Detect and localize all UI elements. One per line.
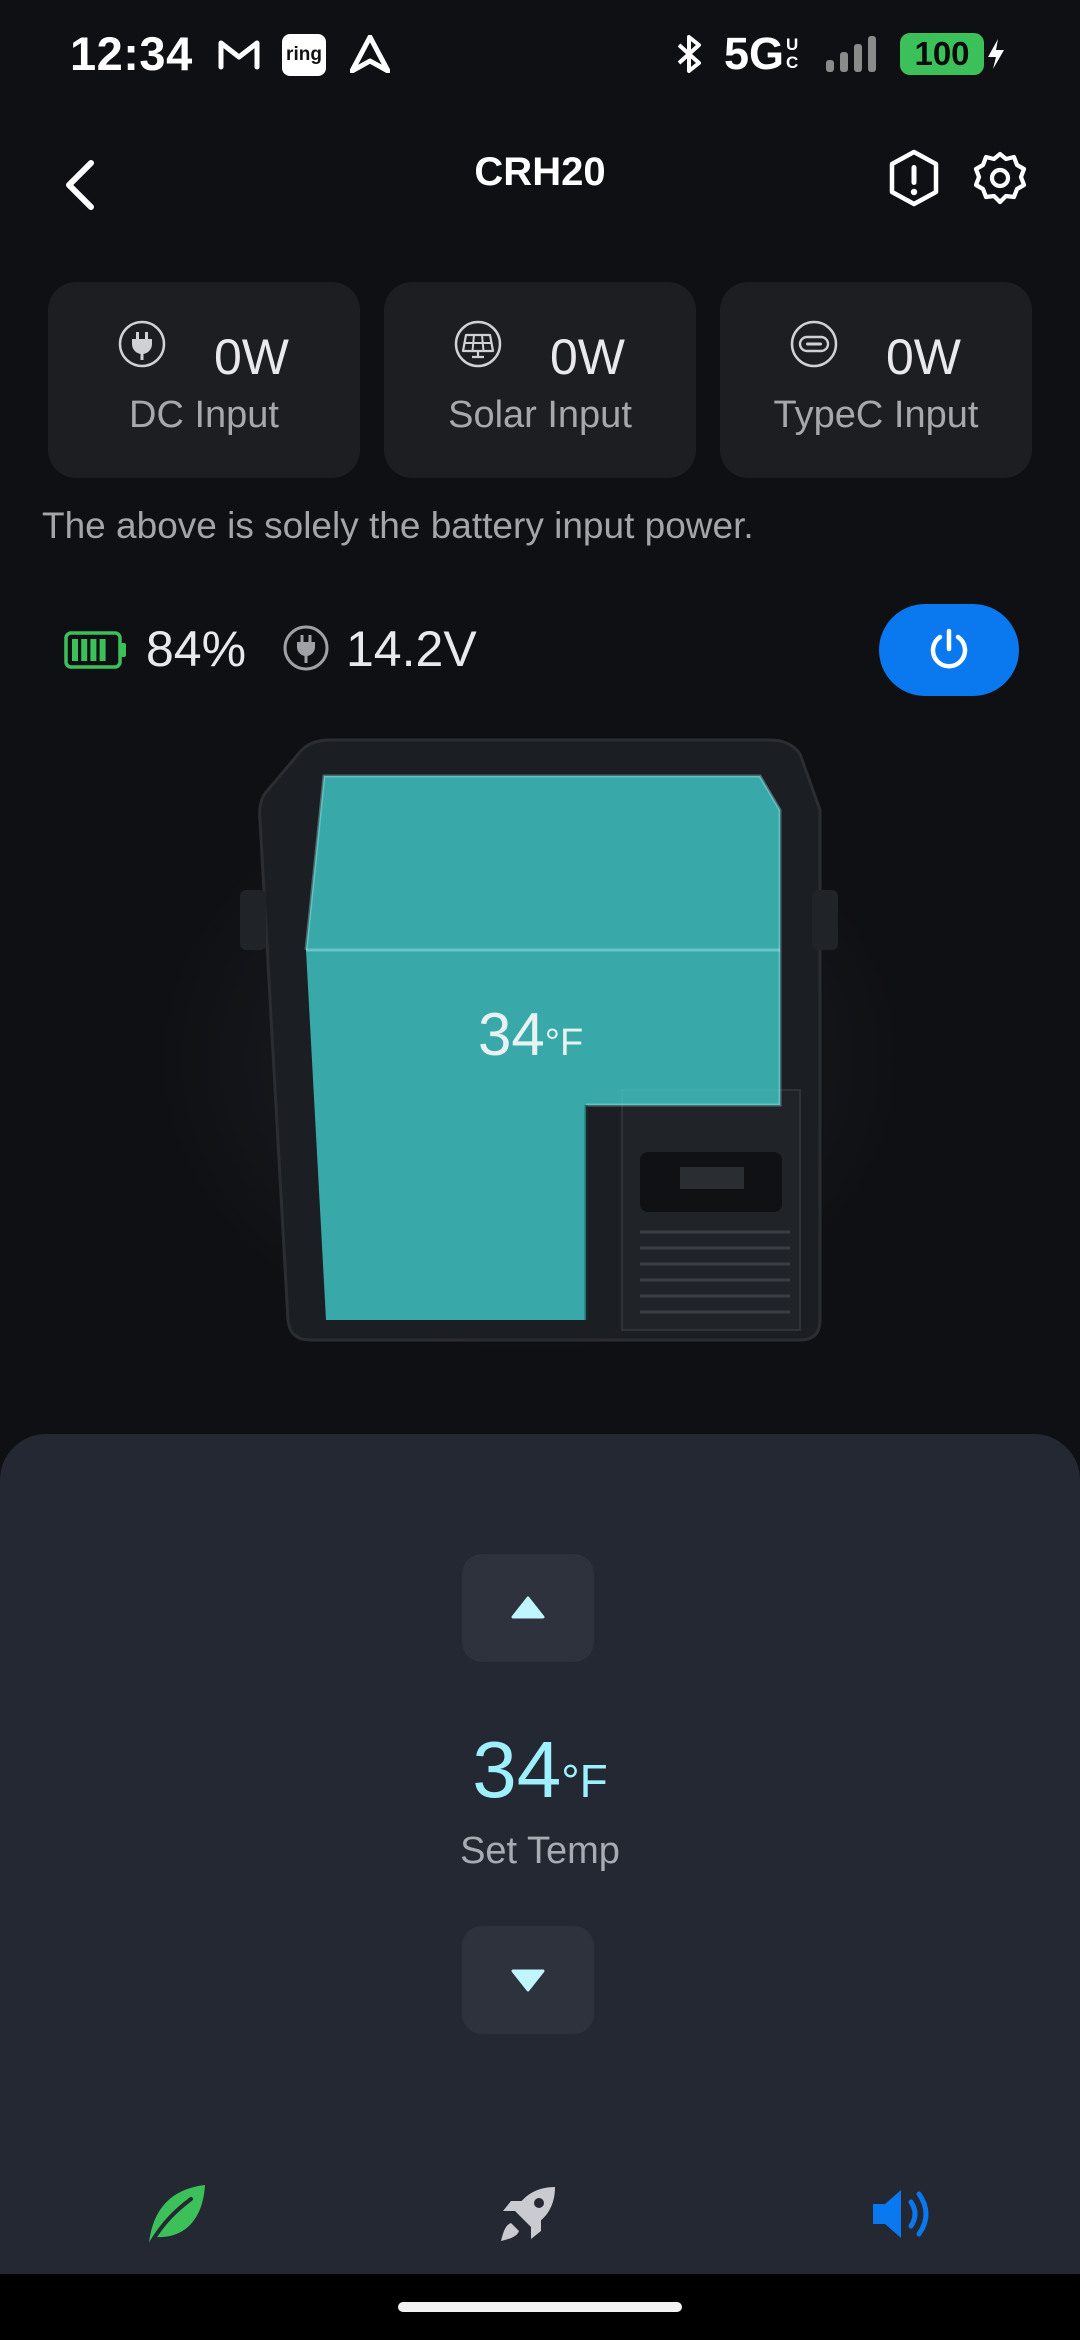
ring-label: ring xyxy=(286,44,322,65)
settings-button[interactable] xyxy=(964,142,1036,214)
sound-button[interactable] xyxy=(854,2164,954,2264)
dc-input-card: 0W DC Input xyxy=(48,282,360,478)
typec-input-value: 0W xyxy=(886,329,961,385)
home-indicator[interactable] xyxy=(398,2302,682,2312)
dc-input-label: DC Input xyxy=(129,394,279,436)
triangle-down-icon xyxy=(511,1969,545,1992)
input-power-note: The above is solely the battery input po… xyxy=(42,505,754,546)
alert-button[interactable] xyxy=(878,142,950,214)
plug-icon xyxy=(118,320,166,368)
battery-bar xyxy=(99,639,106,661)
ring-icon: ring xyxy=(282,34,326,76)
battery-charging-icon: 100 xyxy=(900,30,1006,78)
input-power-cards: 0W DC Input 0W Solar Input 0W TypeC Inpu… xyxy=(48,282,1032,478)
app-screen: 12:34 ring 5G UC 100 CRH20 0W DC Input 0… xyxy=(0,0,1080,2340)
power-icon xyxy=(930,628,968,669)
set-temp-label: Set Temp xyxy=(460,1830,620,1872)
typec-input-label: TypeC Input xyxy=(773,394,979,436)
status-battery-level: 100 xyxy=(900,33,984,75)
solar-input-label: Solar Input xyxy=(448,394,632,436)
bluetooth-icon xyxy=(668,30,712,78)
signal-icon xyxy=(822,30,882,78)
fridge-temp-value: 34 xyxy=(478,1001,545,1068)
solar-input-value: 0W xyxy=(550,329,625,385)
battery-bar xyxy=(90,639,97,661)
set-temp-unit: °F xyxy=(561,1755,608,1807)
gmail-icon xyxy=(214,30,264,78)
navigation-icon xyxy=(346,30,394,78)
network-indicator: 5G UC xyxy=(724,28,814,80)
status-bar: 12:34 ring 5G UC 100 xyxy=(0,0,1080,110)
mode-selector xyxy=(0,2164,1080,2264)
battery-bar xyxy=(81,639,88,661)
network-sub-label: UC xyxy=(786,35,799,72)
status-time: 12:34 xyxy=(70,27,193,80)
solar-input-card: 0W Solar Input xyxy=(384,282,696,478)
system-nav-bar xyxy=(0,2274,1080,2340)
temp-up-button[interactable] xyxy=(462,1554,594,1662)
solar-panel-icon xyxy=(454,320,502,368)
network-label: 5G xyxy=(724,28,785,79)
temp-down-button[interactable] xyxy=(462,1926,594,2034)
dc-input-value: 0W xyxy=(214,329,289,385)
usb-c-icon xyxy=(790,320,838,368)
battery-voltage: 14.2V xyxy=(346,621,477,677)
speaker-icon xyxy=(873,2190,929,2238)
rocket-icon xyxy=(501,2187,555,2241)
battery-status-row: 84% 14.2V xyxy=(64,604,1024,696)
set-temp-value: 34 xyxy=(472,1725,562,1814)
typec-input-card: 0W TypeC Input xyxy=(720,282,1032,478)
battery-percent: 84% xyxy=(146,621,247,677)
leaf-icon xyxy=(149,2185,205,2245)
alert-icon xyxy=(889,149,939,207)
fridge-current-temp: 34°F xyxy=(478,1000,583,1069)
top-app-bar: CRH20 xyxy=(0,130,1080,240)
fridge-illustration: 34°F xyxy=(0,720,1080,1400)
turbo-mode-button[interactable] xyxy=(478,2164,578,2264)
battery-icon xyxy=(64,631,126,669)
set-temp-display: 34°F xyxy=(0,1724,1080,1816)
battery-bar xyxy=(72,639,78,661)
eco-mode-button[interactable] xyxy=(126,2164,226,2264)
temperature-control-panel: 34°F Set Temp xyxy=(0,1434,1080,2274)
settings-icon xyxy=(973,151,1027,205)
plug-icon xyxy=(283,625,329,671)
power-button[interactable] xyxy=(879,604,1019,696)
triangle-up-icon xyxy=(511,1596,545,1619)
fridge-temp-unit: °F xyxy=(544,1022,584,1064)
